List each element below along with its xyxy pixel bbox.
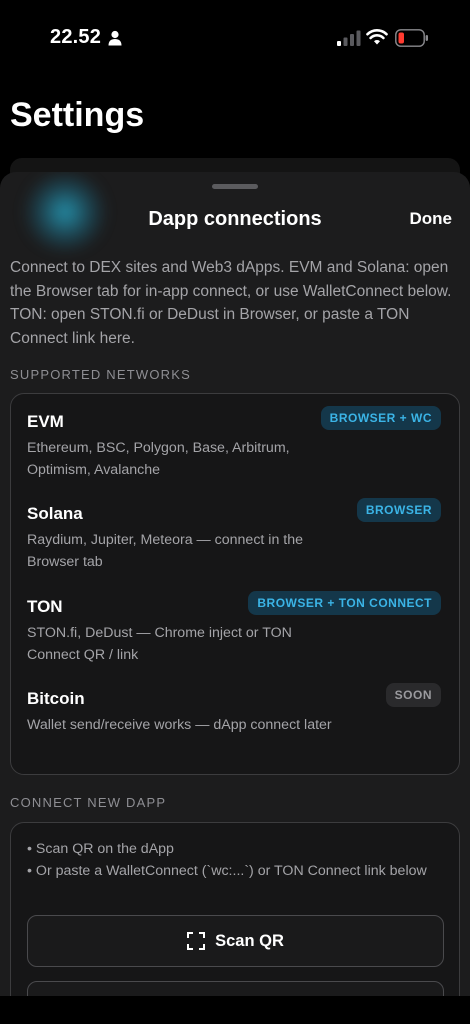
scan-qr-label: Scan QR xyxy=(215,931,284,950)
network-bitcoin: Bitcoin Wallet send/receive works — dApp… xyxy=(27,683,447,737)
instruction-scan: • Scan QR on the dApp xyxy=(27,841,174,857)
status-time: 22.52 xyxy=(50,26,102,48)
network-ton: TON STON.fi, DeDust — Chrome inject or T… xyxy=(27,591,447,666)
sheet-title: Dapp connections xyxy=(148,208,322,230)
network-description: Ethereum, BSC, Polygon, Base, Arbitrum, … xyxy=(27,440,290,478)
network-description: Wallet send/receive works — dApp connect… xyxy=(27,717,332,733)
wifi-icon xyxy=(366,29,388,45)
network-name: Bitcoin xyxy=(27,689,85,708)
person-icon xyxy=(108,30,122,46)
network-badge: BROWSER + TON CONNECT xyxy=(248,591,441,615)
supported-networks-header: SUPPORTED NETWORKS xyxy=(10,367,191,382)
battery-low-icon xyxy=(395,29,428,47)
network-description: Raydium, Jupiter, Meteora — connect in t… xyxy=(27,532,304,570)
network-description: STON.fi, DeDust — Chrome inject or TON C… xyxy=(27,625,292,663)
cellular-signal-icon xyxy=(337,30,361,46)
network-solana: Solana Raydium, Jupiter, Meteora — conne… xyxy=(27,498,447,573)
connect-instructions: • Scan QR on the dApp • Or paste a Walle… xyxy=(27,839,437,882)
network-evm: EVM Ethereum, BSC, Polygon, Base, Arbitr… xyxy=(27,406,447,481)
instruction-paste: • Or paste a WalletConnect (`wc:...`) or… xyxy=(27,862,427,879)
network-badge: SOON xyxy=(385,683,441,707)
qr-scan-icon xyxy=(187,932,206,950)
intro-text: Connect to DEX sites and Web3 dApps. EVM… xyxy=(10,259,452,347)
status-bar: 22.52 xyxy=(0,0,470,70)
connect-new-dapp-header: CONNECT NEW DAPP xyxy=(10,795,167,810)
sheet-grabber[interactable] xyxy=(212,184,258,189)
page-title: Settings xyxy=(10,96,145,134)
connect-card: • Scan QR on the dApp • Or paste a Walle… xyxy=(10,822,460,1002)
networks-card: EVM Ethereum, BSC, Polygon, Base, Arbitr… xyxy=(10,393,460,775)
network-badge: BROWSER + WC xyxy=(320,406,441,430)
bottom-bar xyxy=(0,996,470,1024)
done-button[interactable]: Done xyxy=(410,209,453,229)
scan-qr-button[interactable]: Scan QR xyxy=(27,915,444,967)
network-badge: BROWSER xyxy=(356,498,441,522)
dapp-connections-sheet: Dapp connections Done Connect to DEX sit… xyxy=(0,172,470,1002)
